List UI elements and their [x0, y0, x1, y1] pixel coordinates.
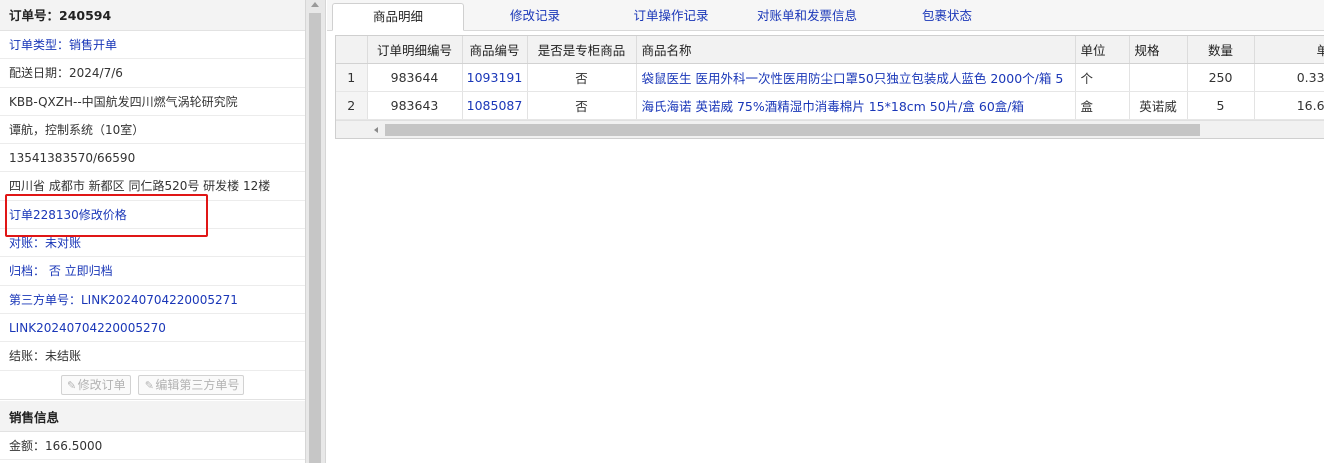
detail-id-cell: 983644	[367, 63, 463, 92]
sales-amount: 金额：166.5000	[0, 432, 305, 460]
archive-status[interactable]: 归档： 否 立即归档	[0, 257, 305, 286]
vertical-scrollbar[interactable]	[305, 0, 326, 463]
edit-third-party-label: 编辑第三方单号	[155, 377, 240, 392]
column-header[interactable]: 数量	[1187, 36, 1255, 64]
tab-product-details[interactable]: 商品明细	[332, 3, 464, 31]
horizontal-scrollbar-thumb[interactable]	[385, 124, 1200, 136]
detail-panel: 商品明细 修改记录 订单操作记录 对账单和发票信息 包裹状态 订单明细编号 商品…	[327, 0, 1324, 463]
edit-third-party-button[interactable]: ✎编辑第三方单号	[138, 374, 245, 395]
modify-order-button[interactable]: ✎修改订单	[60, 374, 131, 395]
product-id-link[interactable]: 1085087	[462, 91, 528, 120]
contact-department: 谭航，控制系统（10室）	[0, 116, 305, 145]
tab-package-status[interactable]: 包裹状态	[897, 3, 997, 31]
price-cell: 16.65	[1254, 91, 1324, 120]
quantity-cell: 5	[1187, 91, 1255, 120]
column-header[interactable]: 商品编号	[462, 36, 528, 64]
settlement-status: 结账：未结账	[0, 342, 305, 371]
product-name-link[interactable]: 海氏海诺 英诺威 75%酒精湿巾消毒棉片 15*18cm 50片/盒 60盒/箱	[636, 91, 1076, 120]
scrollbar-thumb[interactable]	[309, 13, 321, 463]
counter-cell: 否	[527, 63, 637, 92]
counter-cell: 否	[527, 91, 637, 120]
unit-cell: 个	[1075, 63, 1130, 92]
detail-id-cell: 983643	[367, 91, 463, 120]
tab-reconcile-invoice[interactable]: 对账单和发票信息	[737, 3, 877, 31]
column-header[interactable]: 单价	[1254, 36, 1324, 64]
sales-info-title: 销售信息	[0, 400, 305, 432]
product-name-link[interactable]: 袋鼠医生 医用外科一次性医用防尘口罩50只独立包装成人蓝色 2000个/箱 5	[636, 63, 1076, 92]
scroll-left-icon[interactable]	[374, 127, 378, 133]
third-party-order-number-2[interactable]: LINK20240704220005270	[0, 314, 305, 343]
column-header[interactable]: 单位	[1075, 36, 1130, 64]
order-info-panel: 订单号：240594 订单类型：销售开单 配送日期：2024/7/6 KBB-Q…	[0, 0, 305, 463]
price-cell: 0.333	[1254, 63, 1324, 92]
scroll-up-icon[interactable]	[311, 2, 319, 7]
product-detail-grid: 订单明细编号 商品编号 是否是专柜商品 商品名称 单位 规格 数量 单价 1 9…	[335, 35, 1324, 139]
order-detail-window: 订单号：240594 订单类型：销售开单 配送日期：2024/7/6 KBB-Q…	[0, 0, 1324, 463]
spec-cell: 英诺威	[1129, 91, 1188, 120]
column-header[interactable]: 是否是专柜商品	[527, 36, 637, 64]
table-row[interactable]: 2 983643 1085087 否 海氏海诺 英诺威 75%酒精湿巾消毒棉片 …	[336, 91, 1324, 120]
row-number: 1	[336, 63, 368, 92]
spec-cell	[1129, 63, 1188, 92]
row-number-header	[336, 36, 368, 64]
column-header[interactable]: 商品名称	[636, 36, 1076, 64]
grid-header-row: 订单明细编号 商品编号 是否是专柜商品 商品名称 单位 规格 数量 单价	[336, 36, 1324, 64]
row-number: 2	[336, 91, 368, 120]
order-type[interactable]: 订单类型：销售开单	[0, 31, 305, 60]
delivery-date: 配送日期：2024/7/6	[0, 59, 305, 88]
table-row[interactable]: 1 983644 1093191 否 袋鼠医生 医用外科一次性医用防尘口罩50只…	[336, 63, 1324, 92]
edit-icon: ✎	[144, 378, 155, 392]
order-actions: ✎修改订单 ✎编辑第三方单号	[0, 371, 305, 400]
quantity-cell: 250	[1187, 63, 1255, 92]
contact-phone: 13541383570/66590	[0, 144, 305, 173]
horizontal-scrollbar[interactable]	[336, 120, 1324, 138]
order-number-title: 订单号：240594	[0, 0, 305, 31]
edit-icon: ✎	[66, 378, 77, 392]
column-header[interactable]: 规格	[1129, 36, 1188, 64]
modify-order-label: 修改订单	[77, 377, 126, 392]
customer-name: KBB-QXZH--中国航发四川燃气涡轮研究院	[0, 88, 305, 116]
column-header[interactable]: 订单明细编号	[367, 36, 463, 64]
tab-modify-records[interactable]: 修改记录	[479, 3, 591, 31]
highlight-box	[5, 194, 208, 237]
tab-order-operation-log[interactable]: 订单操作记录	[609, 3, 733, 31]
third-party-order-number[interactable]: 第三方单号：LINK20240704220005271	[0, 286, 305, 314]
product-id-link[interactable]: 1093191	[462, 63, 528, 92]
unit-cell: 盒	[1075, 91, 1130, 120]
tab-bar: 商品明细 修改记录 订单操作记录 对账单和发票信息 包裹状态	[327, 0, 1324, 31]
